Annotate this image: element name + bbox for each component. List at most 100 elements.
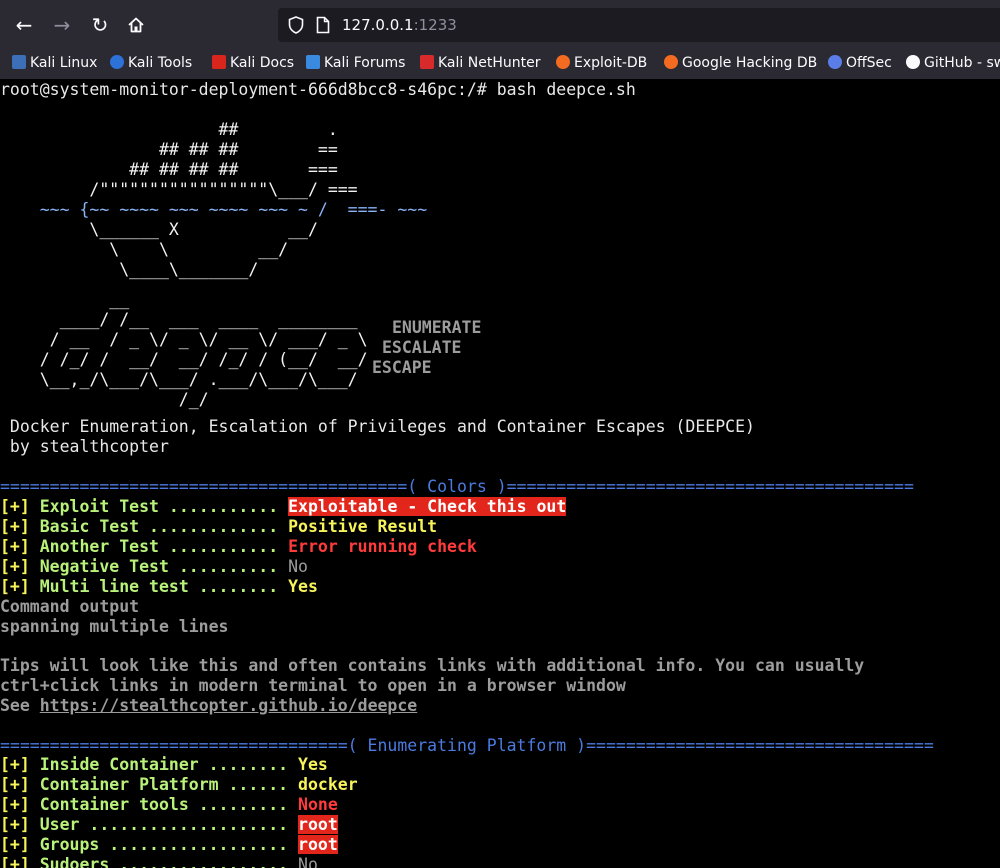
test-label: Negative Test ..........	[39, 557, 289, 576]
test-prefix: [+]	[0, 835, 40, 854]
bookmark-label: Kali Linux	[30, 55, 98, 71]
test-result-exploitable: Exploitable - Check this out	[288, 497, 567, 516]
test-label: Exploit Test ...........	[39, 497, 289, 516]
ascii-art-line: \ \ __/	[0, 240, 289, 259]
test-label: Multi line test ........	[39, 577, 289, 596]
logo-art-line: / /_/ / __/ __/ /_/ / (__/ __/	[0, 350, 368, 369]
ascii-art-line: ## ## ## ==	[0, 140, 338, 159]
logo-art-line: \__,_/\___/\___/ .___/\___/\___/	[0, 370, 358, 389]
tip-line: Tips will look like this and often conta…	[0, 656, 865, 675]
deepce-docs-link[interactable]: https://stealthcopter.github.io/deepce	[40, 696, 418, 715]
test-prefix: [+]	[0, 815, 40, 834]
test-row: [+] Negative Test .......... No	[0, 557, 308, 577]
tool-title: Docker Enumeration, Escalation of Privil…	[0, 417, 755, 436]
bookmark-label: Kali Tools	[128, 55, 193, 71]
test-result-error: Error running check	[288, 537, 477, 556]
forward-arrow-icon[interactable]: →	[48, 11, 76, 39]
test-row: [+] Exploit Test ........... Exploitable…	[0, 497, 567, 517]
bookmark-offsec[interactable]: OffSec	[828, 50, 892, 79]
shell-prompt: root@system-monitor-deployment-666d8bcc8…	[0, 80, 636, 99]
test-label: Container tools .........	[39, 795, 299, 814]
test-prefix: [+]	[0, 557, 40, 576]
browser-toolbar: ← → ↻ 127.0.0.1:1233	[0, 0, 1000, 51]
bookmark-kali-linux[interactable]: Kali Linux	[12, 50, 97, 79]
platform-row: [+] Inside Container ........ Yes	[0, 755, 328, 775]
bookmark-label: Kali Forums	[324, 55, 406, 71]
platform-row: [+] Container tools ......... None	[0, 795, 338, 815]
test-prefix: [+]	[0, 775, 40, 794]
reload-icon[interactable]: ↻	[86, 11, 114, 39]
ascii-art-line: /"""""""""""""""""\___/ ===	[0, 180, 358, 199]
section-header-text: ===================================( Enu…	[0, 736, 934, 755]
bookmark-label: Exploit-DB	[574, 55, 648, 71]
terminal-output[interactable]: root@system-monitor-deployment-666d8bcc8…	[0, 80, 1000, 868]
test-result: root	[298, 835, 338, 854]
test-label: Basic Test .............	[39, 517, 289, 536]
tracking-shield-icon[interactable]	[288, 16, 304, 34]
bookmark-kali-docs[interactable]: Kali Docs	[212, 50, 294, 79]
test-result: Yes	[298, 755, 328, 774]
test-result: root	[298, 815, 338, 834]
bookmark-label: GitHub - sw	[924, 55, 1000, 71]
url-host: 127.0.0.1	[342, 16, 414, 34]
section-header-colors: ========================================…	[0, 477, 914, 497]
test-prefix: [+]	[0, 517, 40, 536]
test-result: None	[298, 795, 338, 814]
bookmark-github[interactable]: GitHub - sw	[906, 50, 1000, 79]
ascii-art-line: \____\_______/	[0, 260, 259, 279]
offsec-icon	[828, 55, 842, 69]
tool-byline: by stealthcopter	[0, 437, 169, 456]
ghdb-icon	[664, 55, 678, 69]
test-prefix: [+]	[0, 497, 40, 516]
test-label: Inside Container ........	[39, 755, 299, 774]
logo-art-line: ____/ /__ ___ ____ ________	[0, 310, 358, 329]
test-result: No	[298, 855, 318, 868]
tip-see-line: See https://stealthcopter.github.io/deep…	[0, 696, 417, 716]
address-bar[interactable]: 127.0.0.1:1233	[278, 8, 1000, 42]
ascii-art-line: \______ X __/	[0, 220, 318, 239]
bookmark-kali-tools[interactable]: Kali Tools	[110, 50, 192, 79]
test-prefix: [+]	[0, 537, 40, 556]
kali-tools-icon	[110, 55, 124, 69]
test-result: docker	[298, 775, 358, 794]
command-output-line: spanning multiple lines	[0, 617, 229, 636]
bookmarks-bar: Kali Linux Kali Tools Kali Docs Kali For…	[0, 50, 1000, 79]
nethunter-icon	[420, 55, 434, 69]
test-label: Sudoers .................	[39, 855, 299, 868]
bookmark-label: Kali NetHunter	[438, 55, 541, 71]
bookmark-label: OffSec	[846, 55, 892, 71]
ascii-art-line: ## ## ## ## ===	[0, 160, 338, 179]
kali-forums-icon	[306, 55, 320, 69]
test-prefix: [+]	[0, 795, 40, 814]
tip-line: ctrl+click links in modern terminal to o…	[0, 676, 626, 695]
back-arrow-icon[interactable]: ←	[10, 11, 38, 39]
tagline-enumerate: ENUMERATE	[392, 318, 482, 337]
bookmark-kali-nethunter[interactable]: Kali NetHunter	[420, 50, 540, 79]
test-prefix: [+]	[0, 577, 40, 596]
github-icon	[906, 55, 920, 69]
logo-art-line: /_/	[0, 390, 209, 409]
bookmark-exploit-db[interactable]: Exploit-DB	[556, 50, 647, 79]
page-info-icon[interactable]	[316, 16, 330, 34]
home-icon[interactable]	[122, 11, 150, 39]
test-row: [+] Basic Test ............. Positive Re…	[0, 517, 437, 537]
kali-docs-icon	[212, 55, 226, 69]
logo-art-line: __	[0, 290, 130, 309]
kali-dragon-icon	[12, 55, 26, 69]
bookmark-kali-forums[interactable]: Kali Forums	[306, 50, 405, 79]
test-label: User ....................	[39, 815, 299, 834]
command-output-line: Command output	[0, 597, 140, 616]
test-label: Groups ..................	[39, 835, 299, 854]
test-prefix: [+]	[0, 855, 40, 868]
url-text[interactable]: 127.0.0.1:1233	[342, 8, 457, 42]
platform-row: [+] User .................... root	[0, 815, 338, 835]
bookmark-google-hacking-db[interactable]: Google Hacking DB	[664, 50, 817, 79]
tagline-escalate: ESCALATE	[382, 338, 462, 357]
section-header-text: ========================================…	[0, 477, 914, 496]
test-label: Another Test ...........	[39, 537, 289, 556]
exploit-db-icon	[556, 55, 570, 69]
ascii-art-water-line: ~~~ {~~ ~~~~ ~~~ ~~~~ ~~~ ~ / ===- ~~~	[0, 200, 428, 219]
url-port: :1233	[413, 16, 457, 34]
test-row: [+] Multi line test ........ Yes	[0, 577, 318, 597]
tagline-escape: ESCAPE	[372, 358, 432, 377]
